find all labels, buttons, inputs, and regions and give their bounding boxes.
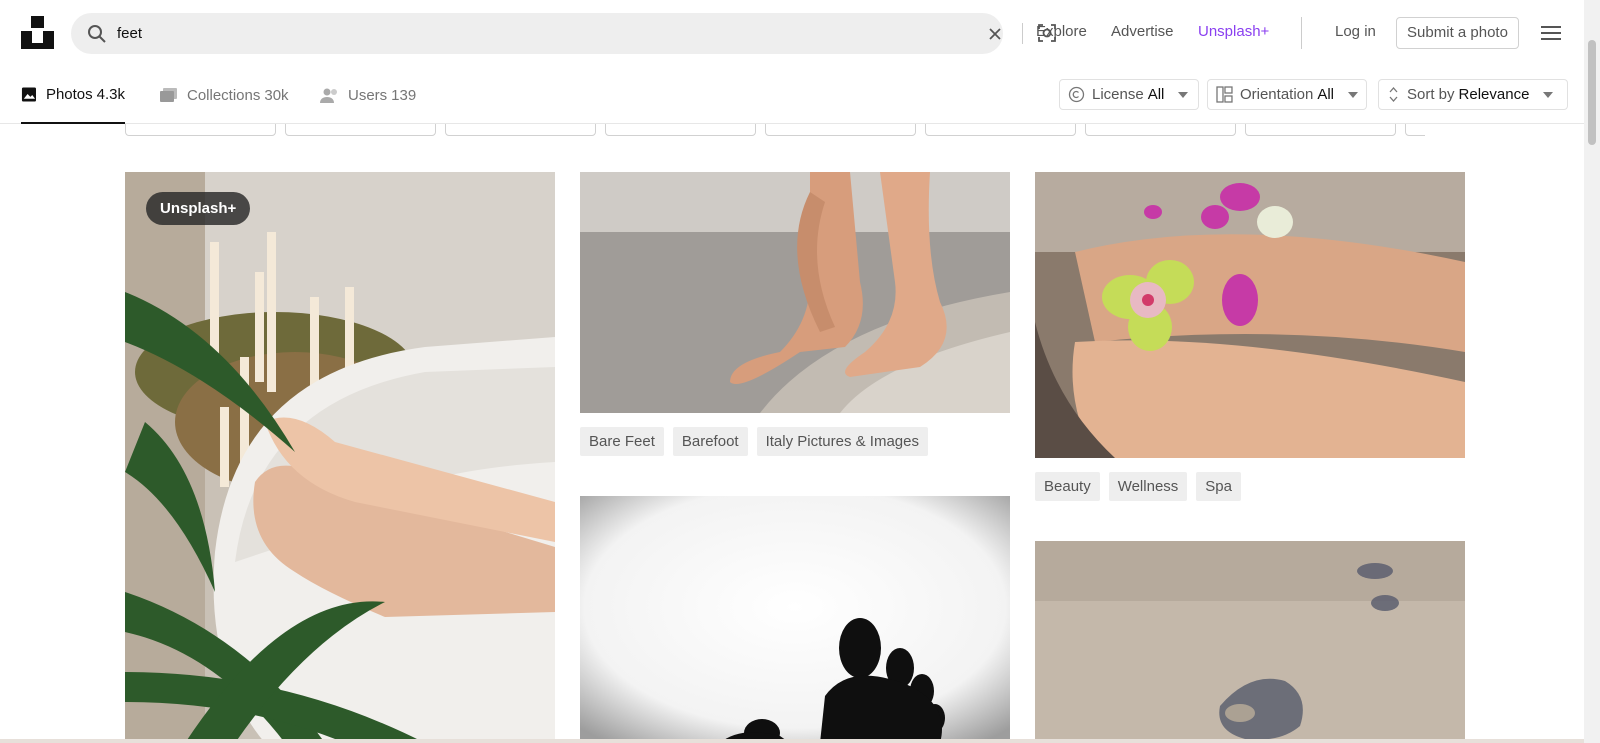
unsplash-plus-badge: Unsplash+ [146,192,251,225]
tag-beauty[interactable]: Beauty [1035,472,1100,501]
photo-feet-on-rock-image [580,172,1010,413]
photo-bathtub-feet[interactable]: Unsplash+ [125,172,555,743]
license-filter-value: All [1147,86,1165,103]
nav-unsplash-plus[interactable]: Unsplash+ [1198,23,1269,40]
sort-filter-value: Relevance [1458,86,1530,103]
tag-wellness[interactable]: Wellness [1108,472,1188,501]
nav-explore[interactable]: Explore [1036,23,1087,40]
submit-photo-button[interactable]: Submit a photo [1396,17,1519,49]
orientation-filter-label: Orientation [1239,86,1314,103]
license-filter-label: License [1092,86,1144,103]
orientation-filter-value: All [1317,86,1335,103]
photo-foot-silhouette-image [580,496,1010,743]
tab-photos-count: 4.3k [96,85,125,103]
sort-filter[interactable]: Sort by Relevance [1378,79,1568,110]
login-link[interactable]: Log in [1335,23,1376,40]
photo-spa-feet[interactable] [1035,172,1465,458]
tag-italy[interactable]: Italy Pictures & Images [756,427,928,456]
related-search-pill[interactable] [285,124,436,136]
orientation-icon [1216,86,1233,103]
tab-photos[interactable]: Photos 4.3k [21,66,125,124]
photo-spa-feet-image [1035,172,1465,458]
license-filter[interactable]: License All [1059,79,1199,110]
search-divider [1022,23,1023,44]
search-input[interactable] [117,19,877,48]
related-searches-row [125,124,1425,138]
sort-filter-label: Sort by [1407,86,1455,103]
photo-spa-feet-tags: Beauty Wellness Spa [1035,472,1241,501]
related-search-pill[interactable] [125,124,276,136]
tab-photos-label: Photos [45,85,93,103]
unsplash-logo-icon[interactable] [21,16,54,49]
related-search-pill[interactable] [1245,124,1396,136]
tab-collections-count: 30k [264,86,289,104]
related-search-pill[interactable] [765,124,916,136]
photo-feet-on-rock-tags: Bare Feet Barefoot Italy Pictures & Imag… [580,427,928,456]
nav-divider [1301,17,1302,49]
tab-users[interactable]: Users 139 [320,66,416,124]
results-tab-bar: Photos 4.3k Collections 30k Users 139 Li… [0,66,1584,124]
tab-collections-label: Collections [187,86,261,104]
tag-barefoot[interactable]: Barefoot [672,427,748,456]
chevron-down-icon [1543,91,1554,98]
related-search-pill[interactable] [1085,124,1236,136]
chevron-down-icon [1348,91,1358,98]
photo-bathtub-feet-image [125,172,555,743]
photo-footprints-sand-image [1035,541,1465,743]
tab-users-label: Users [348,86,388,104]
menu-icon[interactable] [1540,22,1562,44]
top-nav: Explore Advertise Unsplash+ Log in Submi… [0,0,1584,66]
users-icon [320,88,337,103]
chevron-down-icon [1178,91,1189,98]
collections-icon [160,87,177,102]
tab-collections[interactable]: Collections 30k [159,66,289,124]
sort-icon [1389,87,1398,102]
related-search-pill[interactable] [605,124,756,136]
tag-bare-feet[interactable]: Bare Feet [580,427,664,456]
clear-icon[interactable] [987,26,1003,42]
license-icon [1068,86,1085,103]
related-search-pill[interactable] [925,124,1076,136]
photo-feet-on-rock[interactable] [580,172,1010,413]
search-bar [71,13,1056,54]
search-icon[interactable] [87,24,107,44]
page-scrollbar[interactable] [1584,0,1600,743]
related-search-pill[interactable] [445,124,596,136]
bottom-edge [0,739,1584,743]
photo-foot-silhouette[interactable] [580,496,1010,743]
orientation-filter[interactable]: Orientation All [1207,79,1367,110]
nav-advertise[interactable]: Advertise [1111,23,1174,40]
tab-users-count: 139 [391,86,417,104]
photos-icon [21,86,36,102]
scrollbar-thumb[interactable] [1588,40,1596,145]
related-search-pill[interactable] [1405,124,1425,136]
photo-footprints-sand[interactable] [1035,541,1465,743]
tag-spa[interactable]: Spa [1196,472,1241,501]
